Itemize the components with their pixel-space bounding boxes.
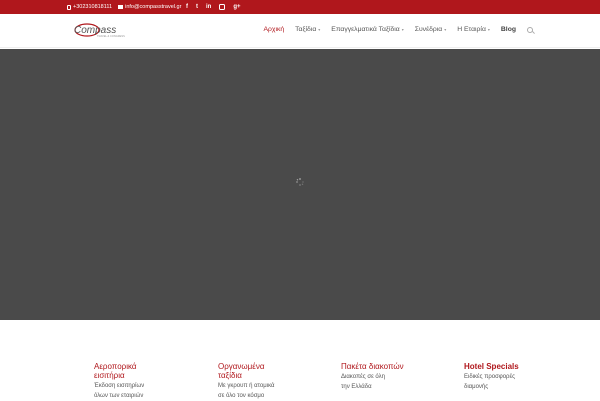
features-section: Αεροπορικά εισιτήρια Έκδοση εισιτηρίων όλω… — [0, 320, 600, 400]
google-plus-icon[interactable]: g+ — [233, 3, 240, 11]
logo-tagline: TRAVEL & CONGRESS — [97, 34, 125, 38]
social-links: f t in g+ — [186, 3, 241, 11]
nav-item-business-travel[interactable]: Επαγγελματικά Ταξίδια ▾ — [331, 26, 403, 33]
nav-label: Αρχική — [263, 26, 285, 33]
feature-organized-trips[interactable]: Οργανωμένα ταξίδια Με γκρουπ ή ατομικά σε … — [218, 362, 323, 401]
loading-spinner-icon — [296, 178, 304, 186]
linkedin-icon[interactable]: in — [206, 3, 211, 11]
feature-text: Διακοπές σε όλη την Ελλάδα — [341, 374, 385, 390]
email-contact[interactable]: info@compasstravel.gr — [118, 4, 181, 10]
nav-label: Η Εταιρία — [457, 26, 486, 33]
main-nav: Αρχική Ταξίδια ▾ Επαγγελματικά Ταξίδια ▾ Σ… — [263, 26, 533, 33]
feature-air-tickets[interactable]: Αεροπορικά εισιτήρια Έκδοση εισιτηρίων όλω… — [94, 362, 199, 401]
nav-label: Blog — [500, 26, 516, 33]
feature-text: Έκδοση εισιτηρίων όλων των εταιριών — [94, 383, 145, 399]
nav-item-congresses[interactable]: Συνέδρια ▾ — [415, 26, 446, 33]
feature-title[interactable]: Hotel Specials — [464, 362, 569, 371]
feature-hotel-specials[interactable]: Hotel Specials Ειδικές προσφορές διαμονής — [464, 362, 569, 392]
phone-icon — [67, 4, 71, 10]
top-bar: +302310818111 info@compasstravel.gr f t … — [0, 0, 600, 14]
nav-item-company[interactable]: Η Εταιρία ▾ — [457, 26, 490, 33]
phone-contact[interactable]: +302310818111 — [67, 4, 112, 10]
chevron-down-icon: ▾ — [487, 27, 490, 32]
hero-slider — [0, 49, 600, 320]
feature-title[interactable]: Πακέτα διακοπών — [341, 362, 446, 371]
nav-item-blog[interactable]: Blog — [501, 26, 516, 33]
search-icon[interactable] — [527, 26, 533, 33]
twitter-icon[interactable]: t — [196, 3, 198, 11]
feature-title[interactable]: Αεροπορικά εισιτήρια — [94, 362, 199, 380]
feature-text: Ειδικές προσφορές διαμονής — [464, 374, 516, 390]
facebook-icon[interactable]: f — [186, 3, 188, 11]
nav-label: Ταξίδια — [295, 26, 317, 33]
chevron-down-icon: ▾ — [401, 27, 404, 32]
feature-text: Με γκρουπ ή ατομικά σε όλο τον κόσμο — [218, 383, 275, 399]
instagram-icon[interactable] — [219, 4, 226, 10]
site-logo[interactable]: Compass TRAVEL & CONGRESS — [73, 22, 153, 38]
feature-holiday-packages[interactable]: Πακέτα διακοπών Διακοπές σε όλη την Ελλάδ… — [341, 362, 446, 392]
chevron-down-icon: ▾ — [444, 27, 447, 32]
nav-item-travel[interactable]: Ταξίδια ▾ — [295, 26, 320, 33]
feature-title[interactable]: Οργανωμένα ταξίδια — [218, 362, 323, 380]
contact-info: +302310818111 info@compasstravel.gr — [67, 3, 181, 11]
nav-label: Συνέδρια — [414, 26, 443, 33]
phone-number[interactable]: +302310818111 — [73, 4, 112, 10]
nav-item-home[interactable]: Αρχική — [263, 26, 284, 33]
chevron-down-icon: ▾ — [318, 27, 321, 32]
nav-label: Επαγγελματικά Ταξίδια — [331, 26, 400, 33]
email-address[interactable]: info@compasstravel.gr — [125, 4, 181, 10]
mail-icon — [118, 5, 124, 9]
site-header: Compass TRAVEL & CONGRESS Αρχική Ταξίδια… — [0, 14, 600, 48]
